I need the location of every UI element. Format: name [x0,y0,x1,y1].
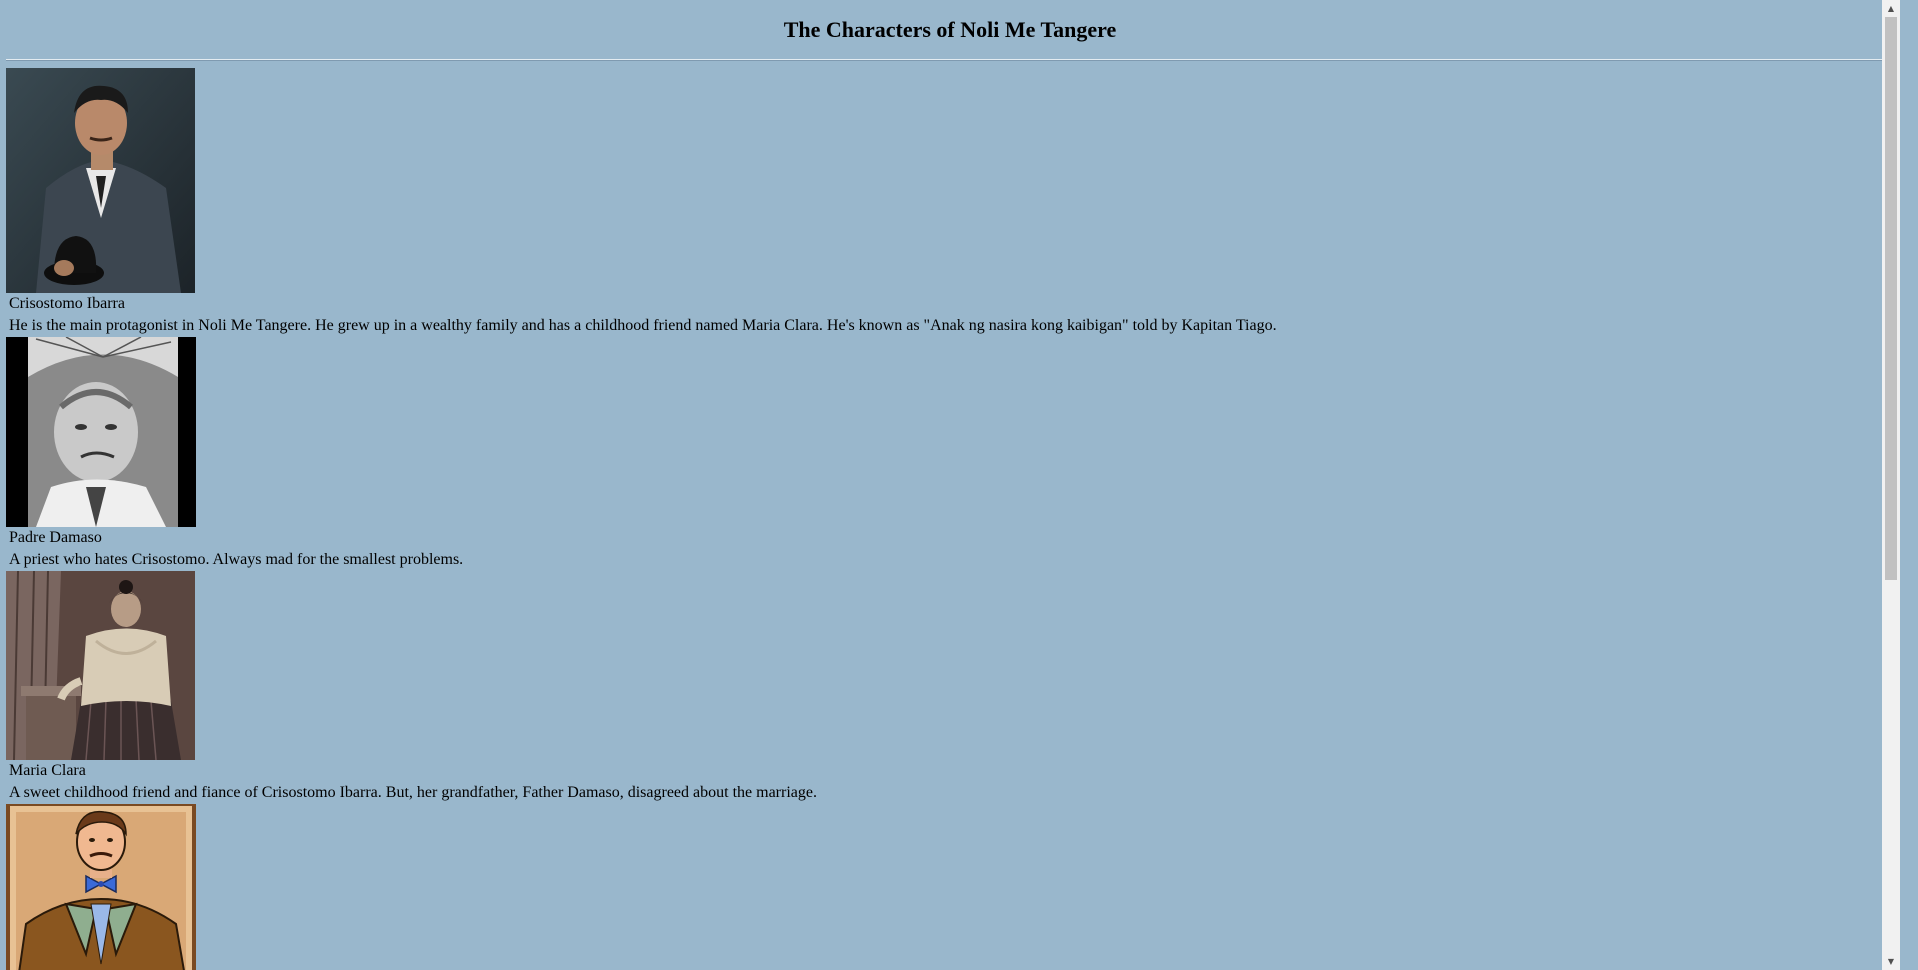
portrait-image [6,571,195,760]
character-description: A sweet childhood friend and fiance of C… [9,784,817,801]
character-entry: Padre Damaso A priest who hates Crisosto… [6,337,1894,571]
character-name: Crisostomo Ibarra [9,295,125,312]
character-description: He is the main protagonist in Noli Me Ta… [9,317,1277,334]
title-divider [6,59,1894,61]
portrait-image [6,337,196,527]
page-title: The Characters of Noli Me Tangere [783,17,1117,42]
character-description: A priest who hates Crisostomo. Always ma… [9,551,464,568]
portrait-image [6,68,195,293]
character-name: Padre Damaso [9,529,102,546]
character-entry [6,804,1894,970]
page: The Characters of Noli Me Tangere Crisos… [0,0,1900,970]
character-entry: Crisostomo Ibarra He is the main protago… [6,68,1894,337]
scroll-down-arrow-icon[interactable]: ▼ [1882,953,1900,970]
portrait-image [6,804,196,970]
character-name: Maria Clara [9,762,86,779]
scroll-up-arrow-icon[interactable]: ▲ [1882,0,1900,17]
portrait-cartoon-man-bowtie [6,804,196,970]
vertical-scrollbar[interactable]: ▲ ▼ [1882,0,1900,970]
portrait-photo-black-and-white-man [6,337,196,527]
portrait-photo-woman-in-filipiniana [6,571,195,760]
character-list: Crisostomo Ibarra He is the main protago… [6,68,1894,970]
character-entry: Maria Clara A sweet childhood friend and… [6,571,1894,804]
scroll-thumb[interactable] [1885,17,1897,580]
portrait-photo-man-in-suit [6,68,195,293]
